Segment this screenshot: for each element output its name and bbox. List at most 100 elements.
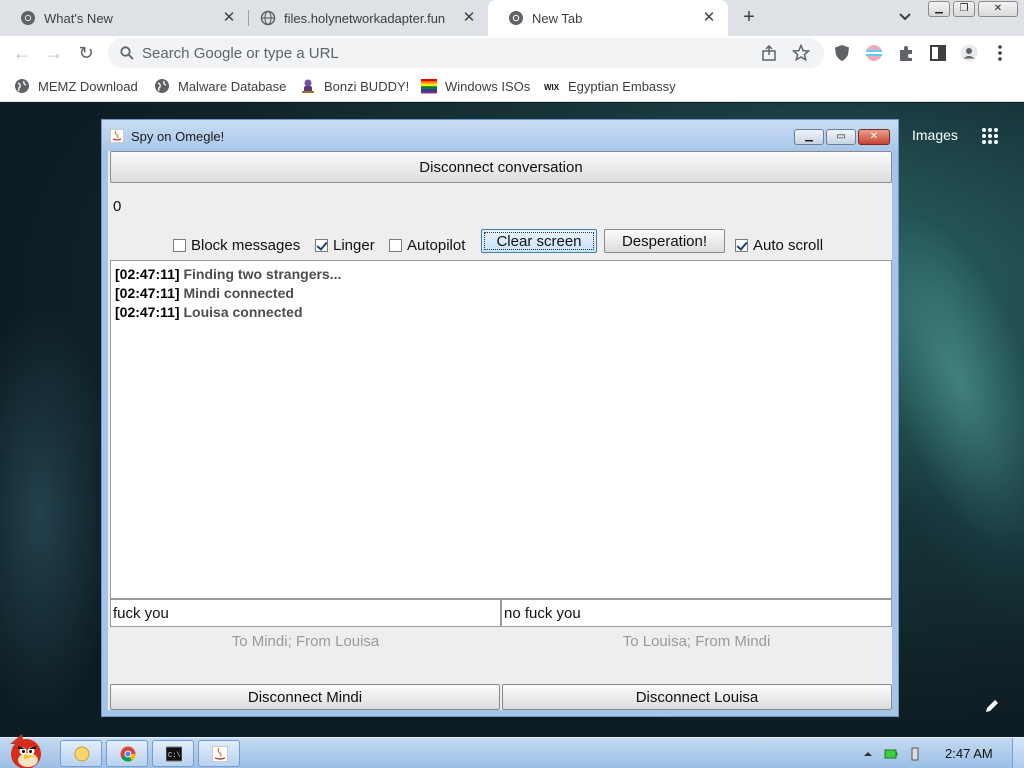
profile-avatar-icon[interactable] <box>960 44 978 62</box>
window-minimize-button[interactable]: ▁ <box>794 129 824 145</box>
ublock-icon[interactable] <box>833 44 851 62</box>
bookmark-windows-isos[interactable]: Windows ISOs <box>421 76 530 96</box>
back-button[interactable]: ← <box>10 41 34 65</box>
tab-title: What's New <box>44 10 113 26</box>
folder-icon <box>74 746 90 762</box>
linger-checkbox[interactable]: Linger <box>315 236 375 254</box>
tab-title: New Tab <box>532 10 583 26</box>
conversation-log[interactable]: [02:47:11] Finding two strangers... [02:… <box>110 260 892 599</box>
globe-icon <box>260 10 276 26</box>
louisa-route-label: To Louisa; From Mindi <box>622 633 771 650</box>
window-titlebar[interactable]: Spy on Omegle! ▁ ▭ ✕ <box>102 120 898 152</box>
checkbox-box <box>315 238 328 252</box>
terminal-icon: C:\ <box>166 746 182 762</box>
google-apps-icon[interactable] <box>981 127 999 145</box>
log-text: Finding two strangers... <box>183 266 342 282</box>
taskbar-command-prompt[interactable]: C:\ <box>152 740 194 767</box>
search-icon <box>120 46 134 60</box>
log-timestamp: [02:47:11] <box>115 285 180 301</box>
bookmark-memz-download[interactable]: MEMZ Download <box>14 76 138 96</box>
bookmark-star-icon[interactable] <box>792 44 810 62</box>
svg-text:C:\: C:\ <box>168 752 181 760</box>
menu-kebab-icon[interactable] <box>994 44 1006 62</box>
forward-button[interactable]: → <box>42 41 66 65</box>
share-icon[interactable] <box>760 44 778 62</box>
bookmark-egyptian-embassy[interactable]: WIX Egyptian Embassy <box>544 76 676 96</box>
bookmark-label: Egyptian Embassy <box>568 78 676 94</box>
louisa-message-input[interactable] <box>501 599 892 627</box>
restore-button[interactable]: ❐ <box>953 1 975 17</box>
taskbar-explorer[interactable] <box>60 740 102 767</box>
tab-whats-new[interactable]: What's New ✕ <box>0 0 248 36</box>
message-counter: 0 <box>113 198 122 215</box>
window-close-button[interactable]: ✕ <box>858 129 890 145</box>
auto-scroll-checkbox[interactable]: Auto scroll <box>735 236 823 254</box>
disconnect-mindi-button[interactable]: Disconnect Mindi <box>110 684 500 710</box>
bookmark-label: Bonzi BUDDY! <box>324 78 410 94</box>
close-icon[interactable]: ✕ <box>220 9 238 27</box>
omnibox[interactable] <box>108 38 824 68</box>
extensions-puzzle-icon[interactable] <box>897 44 915 62</box>
disconnect-conversation-button[interactable]: Disconnect conversation <box>110 151 892 183</box>
reload-button[interactable]: ↻ <box>74 41 98 65</box>
log-timestamp: [02:47:11] <box>115 304 180 320</box>
taskbar-java-app[interactable] <box>198 740 240 767</box>
disconnect-louisa-button[interactable]: Disconnect Louisa <box>502 684 892 710</box>
close-icon[interactable]: ✕ <box>700 9 718 27</box>
mindi-route-label: To Mindi; From Louisa <box>231 633 380 650</box>
checkbox-label: Auto scroll <box>753 236 824 254</box>
log-line: [02:47:11] Louisa connected <box>115 303 887 322</box>
side-panel-icon[interactable] <box>929 44 947 62</box>
log-timestamp: [02:47:11] <box>115 266 180 282</box>
desperation-button[interactable]: Desperation! <box>604 229 725 253</box>
close-icon[interactable]: ✕ <box>460 9 478 27</box>
close-window-button[interactable]: ✕ <box>978 1 1018 17</box>
log-line: [02:47:11] Finding two strangers... <box>115 265 887 284</box>
chrome-icon <box>509 11 523 25</box>
block-messages-checkbox[interactable]: Block messages <box>173 236 300 254</box>
bookmark-label: Windows ISOs <box>445 78 531 94</box>
omnibox-input[interactable] <box>142 38 742 68</box>
pencil-icon[interactable] <box>984 698 1000 714</box>
bookmark-label: Malware Database <box>178 78 287 94</box>
window-maximize-button[interactable]: ▭ <box>826 129 856 145</box>
taskbar: C:\ 2:47 AM <box>0 734 1024 768</box>
wix-icon: WIX <box>544 83 560 92</box>
chrome-icon <box>21 11 35 25</box>
pride-extension-icon[interactable] <box>865 44 883 62</box>
new-tab-button[interactable]: + <box>738 6 760 28</box>
images-link[interactable]: Images <box>912 127 958 143</box>
globe-icon <box>15 79 29 93</box>
checkbox-label: Block messages <box>191 236 301 254</box>
show-desktop-button[interactable] <box>1012 738 1024 768</box>
taskbar-chrome[interactable] <box>106 740 148 767</box>
minimize-button[interactable]: ▁ <box>928 1 950 17</box>
mindi-message-input[interactable] <box>110 599 501 627</box>
spy-on-omegle-window: Spy on Omegle! ▁ ▭ ✕ Disconnect conversa… <box>101 119 899 717</box>
tab-new-tab[interactable]: New Tab ✕ <box>488 0 728 36</box>
java-icon <box>212 746 228 762</box>
log-text: Mindi connected <box>183 285 294 301</box>
checkbox-label: Autopilot <box>407 236 466 254</box>
battery-icon[interactable] <box>884 747 898 761</box>
clear-screen-button[interactable]: Clear screen <box>481 229 597 253</box>
angry-bird-start-icon[interactable] <box>2 732 50 768</box>
window-title: Spy on Omegle! <box>131 129 225 144</box>
autopilot-checkbox[interactable]: Autopilot <box>389 236 465 254</box>
svg-text:WIX: WIX <box>544 83 560 92</box>
show-hidden-icons-arrow-icon[interactable] <box>861 747 875 761</box>
tab-search-icon[interactable] <box>896 8 914 26</box>
volume-icon[interactable] <box>908 747 922 761</box>
bookmark-malware-database[interactable]: Malware Database <box>154 76 286 96</box>
log-text: Louisa connected <box>183 304 303 320</box>
tab-title: files.holynetworkadapter.fun <box>284 10 446 26</box>
tab-strip: What's New ✕ files.holynetworkadapter.fu… <box>0 0 1024 36</box>
checkbox-box <box>389 238 402 252</box>
globe-icon <box>155 79 169 93</box>
taskbar-clock[interactable]: 2:47 AM <box>945 746 993 761</box>
bookmark-label: MEMZ Download <box>38 78 138 94</box>
tab-files-holynetworkadapter[interactable]: files.holynetworkadapter.fun ✕ <box>240 0 488 36</box>
bookmark-bonzi-buddy[interactable]: Bonzi BUDDY! <box>300 76 409 96</box>
rainbow-flag-icon <box>421 79 437 94</box>
java-icon <box>110 129 124 143</box>
